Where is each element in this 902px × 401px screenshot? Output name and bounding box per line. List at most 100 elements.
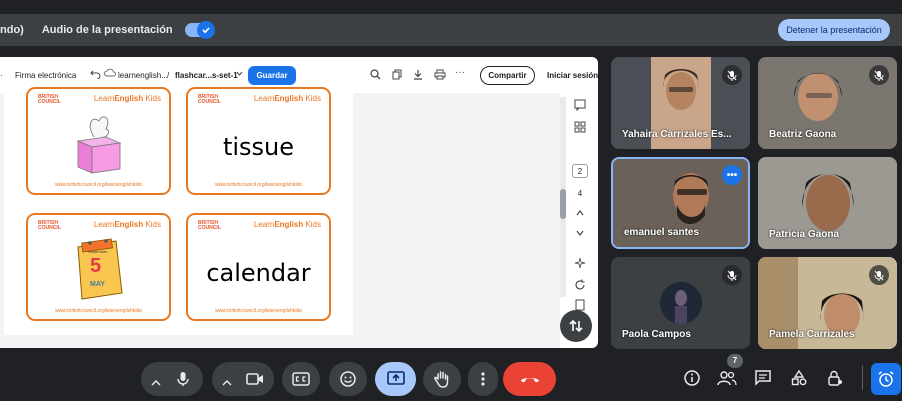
- present-screen-icon: [386, 371, 405, 385]
- leave-call-button[interactable]: [503, 362, 556, 396]
- video-control-group: [212, 362, 274, 396]
- share-button[interactable]: Compartir: [480, 66, 535, 85]
- scroll-toggle-button[interactable]: [560, 310, 592, 342]
- camera-icon[interactable]: [246, 372, 264, 391]
- chat-button[interactable]: [753, 368, 773, 388]
- people-icon: [717, 371, 737, 386]
- captions-button[interactable]: [282, 362, 320, 396]
- undo-icon[interactable]: [90, 69, 101, 81]
- sign-in-link[interactable]: Iniciar sesión: [547, 71, 598, 80]
- mic-off-icon: [869, 65, 889, 85]
- audio-control-group: [141, 362, 203, 396]
- page-number-current[interactable]: 2: [572, 164, 588, 178]
- people-button[interactable]: [716, 368, 738, 388]
- page-number-total: 4: [577, 189, 583, 198]
- more-options-icon[interactable]: ···: [455, 67, 465, 78]
- breadcrumb-separator: /: [167, 71, 170, 80]
- host-controls-button[interactable]: [825, 368, 845, 388]
- check-icon: [196, 21, 215, 39]
- file-name[interactable]: flashcar...s-set-1: [175, 71, 238, 80]
- save-button[interactable]: Guardar: [248, 66, 296, 85]
- chevron-up-icon[interactable]: [151, 374, 161, 392]
- mic-off-icon: [722, 265, 742, 285]
- flashcard-tissue-image: BRITISH COUNCIL LearnEnglish Kids www.bri…: [26, 87, 171, 195]
- comment-icon[interactable]: [572, 99, 588, 115]
- search-icon[interactable]: [370, 69, 381, 82]
- sparkle-icon[interactable]: [572, 257, 588, 273]
- activities-button[interactable]: [789, 368, 809, 388]
- british-council-logo: BRITISH COUNCIL: [38, 220, 61, 231]
- participant-name: Beatriz Gaona: [769, 129, 837, 140]
- british-council-logo: BRITISH COUNCIL: [198, 220, 221, 231]
- participant-tile[interactable]: Pamela Carrizales: [758, 257, 897, 349]
- hang-up-icon: [520, 378, 539, 383]
- chat-icon: [755, 370, 771, 386]
- tissue-box-illustration: [76, 116, 122, 174]
- download-icon[interactable]: [413, 69, 423, 82]
- meet-window: ndo) Audio de la presentación Detener la…: [0, 0, 902, 401]
- chevron-down-icon[interactable]: [572, 227, 588, 243]
- more-vert-icon: [481, 372, 485, 386]
- avatar: [660, 282, 702, 324]
- cloud-icon: [104, 68, 116, 80]
- alarm-icon: [878, 371, 894, 387]
- meeting-info-button[interactable]: [682, 368, 702, 388]
- card-url: www.britishcouncil.org/learnenglishkids: [215, 308, 302, 314]
- mic-off-icon: [869, 265, 889, 285]
- calendar-illustration: September 5 MAY: [74, 237, 124, 301]
- presentation-audio-toggle[interactable]: [184, 21, 215, 39]
- participant-name: Yahaira Carrizales Es...: [622, 129, 732, 140]
- presentation-audio-label: Audio de la presentación: [41, 24, 173, 36]
- chevron-up-icon[interactable]: [222, 374, 232, 392]
- stop-presenting-button[interactable]: Detener la presentación: [778, 19, 890, 41]
- learnenglish-kids-logo: LearnEnglish Kids: [253, 94, 321, 103]
- learnenglish-kids-logo: LearnEnglish Kids: [253, 220, 321, 229]
- card-url: www.britishcouncil.org/learnenglishkids: [55, 182, 142, 188]
- timer-button[interactable]: [871, 363, 901, 395]
- participant-tile[interactable]: Beatriz Gaona: [758, 57, 897, 149]
- presenting-status-text: ndo): [0, 24, 24, 36]
- more-options-button[interactable]: [468, 362, 498, 396]
- people-count-badge: 7: [727, 354, 743, 368]
- print-icon[interactable]: [434, 69, 446, 82]
- thumbnails-icon[interactable]: [572, 121, 588, 137]
- swap-vertical-icon: [569, 319, 583, 333]
- chevron-up-icon[interactable]: [572, 207, 588, 223]
- shapes-icon: [791, 370, 807, 386]
- menu-chevron-text: ·: [0, 71, 3, 80]
- chevron-down-icon[interactable]: [236, 70, 243, 79]
- card-word: tissue: [222, 133, 295, 161]
- copy-icon[interactable]: [392, 69, 402, 82]
- shared-screen: · Firma electrónica learnenglish... / fl…: [0, 57, 598, 348]
- learnenglish-kids-logo: LearnEnglish Kids: [93, 220, 161, 229]
- microphone-icon[interactable]: [177, 371, 189, 392]
- hand-icon: [434, 371, 449, 388]
- flashcard-tissue-word: BRITISH COUNCIL LearnEnglish Kids tissue …: [186, 87, 331, 195]
- participant-tile[interactable]: Patricia Gaona: [758, 157, 897, 249]
- card-url: www.britishcouncil.org/learnenglishkids: [215, 182, 302, 188]
- rotate-icon[interactable]: [572, 279, 588, 295]
- esign-button[interactable]: Firma electrónica: [15, 71, 76, 80]
- calendar-month-top: September: [88, 249, 108, 254]
- reactions-button[interactable]: [329, 362, 367, 396]
- raise-hand-button[interactable]: [423, 362, 461, 396]
- participant-name: emanuel santes: [624, 227, 700, 238]
- present-button[interactable]: [375, 362, 416, 396]
- more-options-icon[interactable]: •••: [722, 165, 742, 185]
- card-url: www.britishcouncil.org/learnenglishkids: [55, 308, 142, 314]
- british-council-logo: BRITISH COUNCIL: [198, 94, 221, 105]
- flashcard-calendar-word: BRITISH COUNCIL LearnEnglish Kids calenda…: [186, 213, 331, 321]
- participant-name: Patricia Gaona: [769, 229, 840, 240]
- info-icon: [684, 370, 700, 386]
- participant-tile[interactable]: Yahaira Carrizales Es...: [611, 57, 750, 149]
- flashcard-calendar-image: BRITISH COUNCIL LearnEnglish Kids Septemb…: [26, 213, 171, 321]
- breadcrumb-parent[interactable]: learnenglish...: [118, 71, 168, 80]
- participant-name: Paola Campos: [622, 329, 691, 340]
- participant-tile-active[interactable]: ••• emanuel santes: [611, 157, 750, 249]
- participant-tile[interactable]: Paola Campos: [611, 257, 750, 349]
- learnenglish-kids-logo: LearnEnglish Kids: [93, 94, 161, 103]
- calendar-day: 5: [90, 255, 102, 277]
- document-viewer: BRITISH COUNCIL LearnEnglish Kids www.bri…: [0, 87, 560, 348]
- lock-person-icon: [828, 370, 842, 386]
- control-divider: [862, 366, 863, 390]
